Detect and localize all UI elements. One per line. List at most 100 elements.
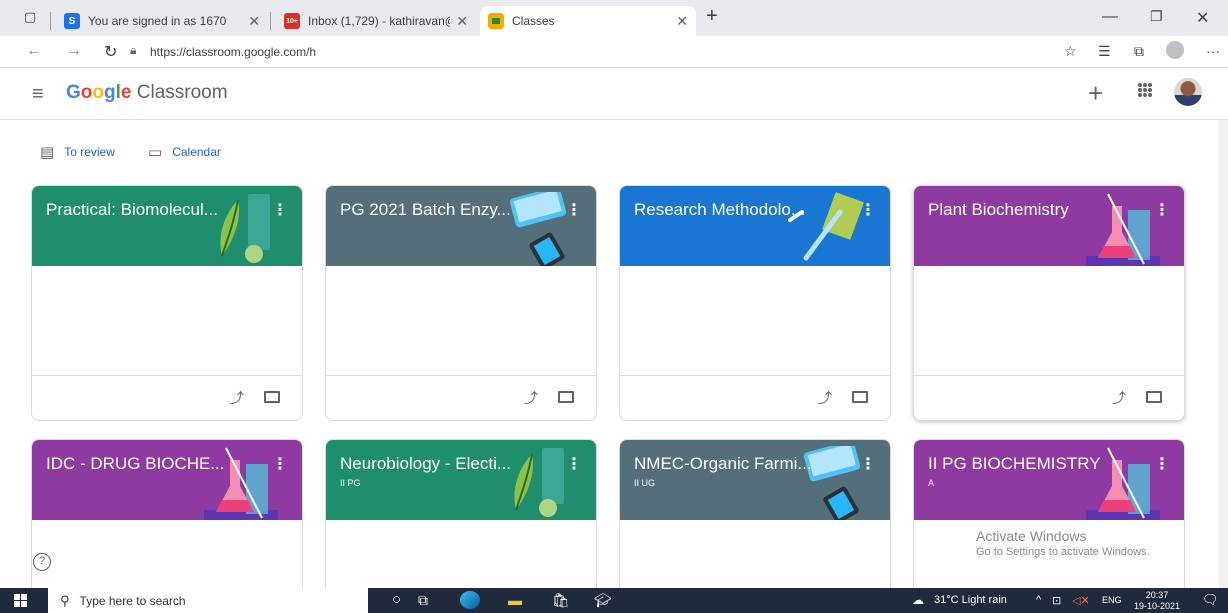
collections-icon[interactable]: ⧉ [1134, 43, 1144, 60]
task-view-icon[interactable]: ⧉ [418, 592, 428, 609]
weather-text[interactable]: 31°C Light rain [934, 594, 1007, 606]
class-card[interactable]: II PG BIOCHEMISTRY A ⋮ [913, 439, 1185, 599]
more-options-icon[interactable]: ⋮ [860, 454, 876, 474]
tab-classes[interactable]: Classes ✕ [480, 6, 696, 36]
restore-icon[interactable]: ❐ [1150, 8, 1163, 25]
weather-cloud-icon: ☁ [912, 593, 924, 607]
create-join-class-icon[interactable]: + [1088, 78, 1103, 109]
calendar-icon: ▭ [148, 144, 163, 161]
windows-start-icon[interactable] [14, 594, 28, 607]
class-card[interactable]: PG 2021 Batch Enzy... ⋮ ⤴ [325, 185, 597, 421]
taskbar-search[interactable]: ⚲ Type here to search [48, 588, 368, 613]
back-icon[interactable]: ← [26, 42, 42, 60]
gradebook-trend-icon[interactable]: ⤴ [230, 388, 244, 408]
folder-icon[interactable] [558, 391, 574, 403]
class-card-body [620, 266, 890, 376]
folder-icon[interactable] [852, 391, 868, 403]
s-favicon-icon: S [64, 13, 80, 29]
close-tab-icon[interactable]: ✕ [456, 13, 468, 30]
gradebook-trend-icon[interactable]: ⤴ [524, 388, 538, 408]
more-options-icon[interactable]: ⋮ [860, 200, 876, 220]
tab-inbox[interactable]: 10+ Inbox (1,729) - kathiravan@drng ✕ [276, 6, 476, 36]
class-banner[interactable]: Plant Biochemistry ⋮ [914, 186, 1184, 266]
class-title[interactable]: NMEC-Organic Farmi... [634, 454, 812, 474]
more-options-icon[interactable]: ⋮ [1154, 200, 1170, 220]
class-banner[interactable]: Research Methodolo... ⋮ [620, 186, 890, 266]
folder-icon[interactable] [264, 391, 280, 403]
class-title[interactable]: PG 2021 Batch Enzy... [340, 200, 511, 220]
app-logo[interactable]: Google Classroom [66, 82, 228, 104]
class-card-body [32, 266, 302, 376]
close-window-icon[interactable]: ✕ [1196, 8, 1209, 28]
reload-icon[interactable]: ↻ [104, 42, 117, 62]
edge-icon[interactable] [460, 591, 480, 609]
class-card[interactable]: IDC - DRUG BIOCHE... ⋮ [31, 439, 303, 599]
to-review-link[interactable]: ▤ To review [40, 143, 115, 161]
class-card-body [914, 266, 1184, 376]
notifications-icon[interactable]: 🗨︎ [1202, 592, 1219, 608]
class-card-body [326, 266, 596, 376]
class-card[interactable]: NMEC-Organic Farmi... II UG ⋮ [619, 439, 891, 599]
main-menu-icon[interactable]: ≡ [32, 83, 44, 106]
minimize-icon[interactable]: — [1102, 8, 1118, 26]
favorites-icon[interactable]: ☰ [1098, 43, 1111, 60]
class-card-footer: ⤴ [914, 376, 1184, 420]
address-bar: ← → ↻ 🔒︎ https://classroom.google.com/h … [0, 36, 1228, 68]
folder-icon[interactable] [1146, 391, 1162, 403]
class-banner[interactable]: IDC - DRUG BIOCHE... ⋮ [32, 440, 302, 520]
scrollbar[interactable] [1219, 120, 1228, 588]
class-title[interactable]: IDC - DRUG BIOCHE... [46, 454, 225, 474]
more-options-icon[interactable]: ⋮ [1154, 454, 1170, 474]
tab-signed-in[interactable]: S You are signed in as 1670 ✕ [56, 6, 268, 36]
tab-actions-icon[interactable]: ▢ [24, 9, 36, 25]
more-options-icon[interactable]: ⋮ [272, 454, 288, 474]
class-title[interactable]: Research Methodolo... [634, 200, 805, 220]
class-banner[interactable]: II PG BIOCHEMISTRY A ⋮ [914, 440, 1184, 520]
class-section: II UG [634, 478, 656, 488]
url-field[interactable]: https://classroom.google.com/h [150, 45, 316, 59]
cortana-icon[interactable]: ○ [392, 591, 401, 608]
more-options-icon[interactable]: ⋮ [566, 200, 582, 220]
class-banner[interactable]: Practical: Biomolecul... ⋮ [32, 186, 302, 266]
class-title[interactable]: Practical: Biomolecul... [46, 200, 218, 220]
close-tab-icon[interactable]: ✕ [248, 13, 260, 30]
gradebook-trend-icon[interactable]: ⤴ [818, 388, 832, 408]
gmail-favicon-icon: 10+ [284, 13, 300, 29]
class-banner[interactable]: PG 2021 Batch Enzy... ⋮ [326, 186, 596, 266]
class-card-footer: ⤴ [620, 376, 890, 420]
class-card-footer: ⤴ [32, 376, 302, 420]
gradebook-trend-icon[interactable]: ⤴ [1112, 388, 1126, 408]
profile-icon[interactable] [1166, 41, 1184, 59]
show-hidden-icons-icon[interactable]: ^ [1036, 594, 1041, 606]
more-options-icon[interactable]: ⋮ [566, 454, 582, 474]
close-tab-icon[interactable]: ✕ [676, 13, 688, 30]
clock[interactable]: 20:37 19-10-2021 [1134, 590, 1180, 612]
google-apps-icon[interactable] [1138, 83, 1152, 97]
network-icon[interactable]: ⊡ [1052, 594, 1061, 607]
class-card[interactable]: Practical: Biomolecul... ⋮ ⤴ [31, 185, 303, 421]
class-card[interactable]: Neurobiology - Electi... II PG ⋮ [325, 439, 597, 599]
calendar-link[interactable]: ▭ Calendar [148, 143, 221, 161]
class-card[interactable]: Plant Biochemistry ⋮ ⤴ [913, 185, 1185, 421]
more-options-icon[interactable]: ⋮ [272, 200, 288, 220]
store-icon[interactable]: 🛍︎ [552, 592, 570, 609]
class-title[interactable]: Plant Biochemistry [928, 200, 1069, 220]
activate-windows-watermark: Activate Windows Go to Settings to activ… [976, 528, 1150, 558]
class-title[interactable]: Neurobiology - Electi... [340, 454, 511, 474]
class-banner[interactable]: NMEC-Organic Farmi... II UG ⋮ [620, 440, 890, 520]
product-name: Classroom [136, 82, 228, 103]
help-icon[interactable]: ? [33, 553, 51, 571]
class-title[interactable]: II PG BIOCHEMISTRY [928, 454, 1101, 474]
avatar[interactable] [1174, 78, 1202, 106]
file-explorer-icon[interactable]: ▬ [508, 592, 522, 608]
classroom-app-icon[interactable]: 🎓︎ [594, 592, 612, 609]
favorite-add-icon[interactable]: ☆ [1064, 43, 1077, 60]
volume-muted-icon[interactable]: ◁✕ [1072, 594, 1090, 607]
class-banner[interactable]: Neurobiology - Electi... II PG ⋮ [326, 440, 596, 520]
class-section: A [928, 478, 935, 488]
new-tab-button[interactable]: + [706, 5, 718, 28]
language-indicator[interactable]: ENG [1102, 595, 1122, 605]
class-card[interactable]: Research Methodolo... ⋮ ⤴ [619, 185, 891, 421]
more-icon[interactable]: ··· [1206, 43, 1220, 59]
forward-icon[interactable]: → [66, 42, 82, 60]
